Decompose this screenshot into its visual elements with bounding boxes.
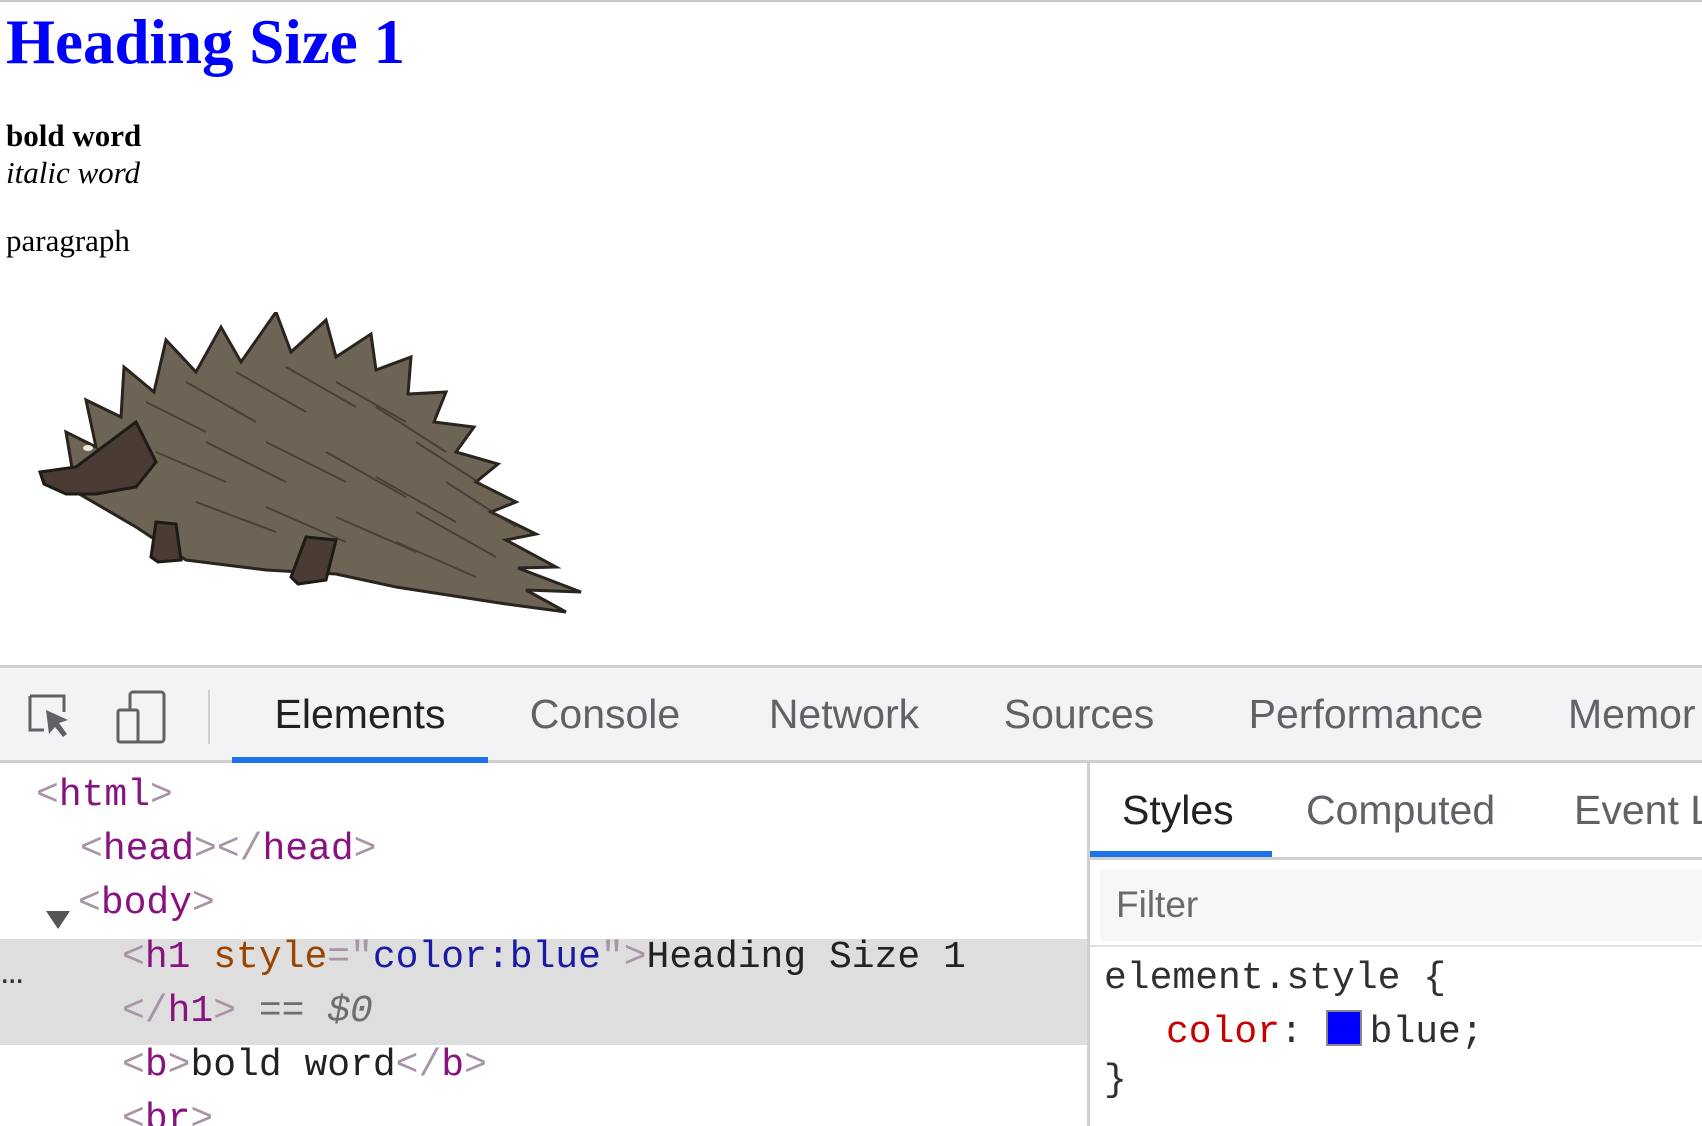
dom-node-h1-close[interactable]: </h1> == $0	[122, 985, 373, 1039]
active-styles-tab-indicator	[1090, 851, 1272, 857]
device-toolbar-icon[interactable]	[116, 690, 170, 744]
elements-dom-tree: ... <html> <head></head> <body> <h1 styl…	[0, 763, 1087, 1126]
tab-computed[interactable]: Computed	[1306, 763, 1495, 857]
paragraph-text: paragraph	[6, 223, 130, 258]
tab-performance[interactable]: Performance	[1226, 668, 1506, 760]
style-declaration[interactable]: color: blue;	[1166, 1007, 1484, 1059]
selected-node-marker: == $0	[258, 990, 373, 1033]
expand-caret-icon[interactable]	[46, 911, 70, 929]
tab-console[interactable]: Console	[510, 668, 700, 760]
tab-event-listeners[interactable]: Event L	[1574, 763, 1702, 857]
page-heading: Heading Size 1	[6, 7, 406, 77]
node-actions-dots[interactable]: ...	[0, 953, 24, 992]
rendered-page: Heading Size 1 bold word italic word par…	[0, 0, 1702, 665]
dom-node-b[interactable]: <b>bold word</b>	[122, 1039, 487, 1093]
tab-elements[interactable]: Elements	[232, 668, 488, 760]
style-rule-selector[interactable]: element.style {	[1104, 953, 1446, 1005]
styles-filter	[1100, 869, 1702, 941]
dom-node-br[interactable]: <br>	[122, 1093, 213, 1126]
dom-node-h1[interactable]: <h1 style="color:blue">Heading Size 1	[122, 931, 966, 985]
style-rule-close: }	[1104, 1059, 1127, 1102]
tab-sources[interactable]: Sources	[984, 668, 1174, 760]
styles-tabbar: Styles Computed Event L	[1090, 763, 1702, 860]
top-divider	[0, 0, 1702, 2]
styles-filter-input[interactable]	[1100, 869, 1676, 941]
tab-memory[interactable]: Memor	[1568, 668, 1702, 760]
toolbar-separator	[208, 690, 210, 744]
dom-node-head[interactable]: <head></head>	[80, 823, 376, 877]
styles-sidebar: Styles Computed Event L element.style { …	[1090, 763, 1702, 1126]
inspect-element-icon[interactable]	[24, 690, 78, 744]
porcupine-image	[38, 312, 582, 614]
style-property-value[interactable]: blue	[1370, 1011, 1461, 1054]
tab-network[interactable]: Network	[752, 668, 936, 760]
style-property-name[interactable]: color	[1166, 1011, 1280, 1054]
styles-divider	[1090, 945, 1702, 947]
dom-node-body[interactable]: <body>	[0, 877, 300, 931]
bold-text: bold word	[6, 118, 142, 153]
devtools-panel: Elements Console Network Sources Perform…	[0, 665, 1702, 1126]
italic-text: italic word	[6, 155, 141, 190]
devtools-tabbar: Elements Console Network Sources Perform…	[0, 668, 1702, 763]
tab-styles[interactable]: Styles	[1122, 763, 1234, 857]
color-swatch-icon[interactable]	[1325, 1010, 1362, 1046]
dom-node-html[interactable]: <html>	[36, 769, 173, 823]
